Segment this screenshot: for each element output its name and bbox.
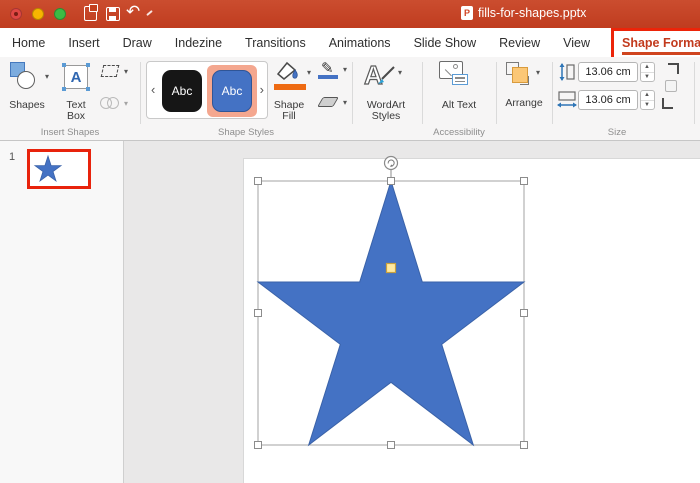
shapes-icon[interactable] [10, 62, 42, 94]
close-button[interactable] [10, 8, 22, 20]
slide-thumbnail-panel: 1 [0, 141, 124, 483]
height-stepper[interactable] [640, 62, 655, 82]
group-wordart: A ▾ WordArt Styles [352, 57, 422, 141]
star-shape[interactable] [256, 179, 526, 447]
shape-style-blue-selected[interactable]: Abc [212, 70, 252, 112]
gallery-next-icon[interactable]: › [260, 82, 264, 97]
arrange-button[interactable]: Arrange [496, 98, 552, 109]
adjustment-handle[interactable] [385, 262, 397, 274]
lock-aspect-ratio-checkbox[interactable] [665, 80, 677, 92]
title-bar: ↶ P fills-for-shapes.pptx [0, 0, 700, 28]
group-accessibility: Alt Text Accessibility [422, 57, 496, 141]
group-label-size: Size [607, 127, 627, 138]
resize-handle-mid-right[interactable] [520, 309, 528, 317]
shapes-dropdown-icon[interactable]: ▾ [45, 73, 49, 81]
width-stepper[interactable] [640, 90, 655, 110]
resize-handle-top-right[interactable] [520, 177, 528, 185]
shape-fill-bucket-icon[interactable] [274, 60, 302, 84]
selected-shape-overlay [254, 155, 528, 449]
alt-text-button[interactable]: Alt Text [427, 100, 491, 111]
powerpoint-file-icon: P [461, 6, 473, 20]
tab-insert[interactable]: Insert [68, 36, 99, 50]
slide-1-thumbnail[interactable] [30, 152, 88, 186]
shapes-button[interactable]: Shapes [2, 100, 52, 111]
group-arrange: ▾ Arrange [496, 57, 552, 141]
shape-style-black[interactable]: Abc [162, 70, 202, 112]
shape-width-icon [557, 91, 577, 108]
shape-fill-button[interactable]: Shape Fill [266, 100, 312, 122]
shape-format-annotation-box: Shape Format [610, 27, 700, 60]
group-divider [694, 62, 695, 124]
shape-effects-dropdown-icon[interactable]: ▾ [343, 99, 347, 107]
group-label-accessibility: Accessibility [433, 127, 485, 138]
workspace: 1 [0, 141, 700, 483]
tab-animations[interactable]: Animations [329, 36, 391, 50]
ribbon-tab-bar: Home Insert Draw Indezine Transitions An… [0, 27, 700, 60]
merge-shapes-icon[interactable] [100, 97, 120, 109]
group-size: Size [552, 57, 694, 141]
document-title-text: fills-for-shapes.pptx [478, 6, 587, 20]
edit-shape-dropdown-icon[interactable]: ▾ [124, 68, 128, 76]
shape-fill-dropdown-icon[interactable]: ▾ [307, 69, 311, 77]
active-tab-underline [621, 51, 700, 55]
slide-number: 1 [9, 151, 16, 163]
gallery-prev-icon[interactable]: ‹ [151, 82, 155, 97]
edit-shape-icon[interactable] [100, 65, 120, 77]
group-shape-styles: ‹ Abc Abc › ▾ Shape Fill ✎ ▾ ▾ Shape Sty… [140, 57, 352, 141]
shape-height-input[interactable] [578, 62, 638, 82]
tab-indezine[interactable]: Indezine [175, 36, 222, 50]
redo-icon[interactable] [146, 9, 153, 17]
resize-handle-mid-left[interactable] [254, 309, 262, 317]
shape-outline-icon[interactable]: ✎ [318, 59, 340, 79]
shape-style-gallery: ‹ Abc Abc › [146, 61, 268, 119]
shape-height-icon [559, 63, 575, 81]
group-insert-shapes: ▾ Shapes A Text Box ▾ ▾ Insert Shapes [0, 57, 140, 141]
ribbon: ▾ Shapes A Text Box ▾ ▾ Insert Shapes ‹ … [0, 57, 700, 141]
resize-handle-bottom-center[interactable] [387, 441, 395, 449]
tab-view[interactable]: View [563, 36, 590, 50]
group-label-shape-styles: Shape Styles [218, 127, 274, 138]
new-slide-icon[interactable] [84, 4, 98, 21]
undo-icon[interactable]: ↶ [126, 3, 140, 20]
slide-thumbnail-annotation-box [27, 149, 91, 189]
shape-outline-dropdown-icon[interactable]: ▾ [343, 66, 347, 74]
zoom-button[interactable] [54, 8, 66, 20]
shape-width-input[interactable] [578, 90, 638, 110]
resize-handle-top-center[interactable] [387, 177, 395, 185]
text-box-icon[interactable]: A [64, 65, 88, 89]
resize-handle-bottom-left[interactable] [254, 441, 262, 449]
tab-review[interactable]: Review [499, 36, 540, 50]
tab-transitions[interactable]: Transitions [245, 36, 306, 50]
text-box-button[interactable]: Text Box [56, 100, 96, 122]
group-label-insert-shapes: Insert Shapes [40, 127, 100, 138]
wordart-brush-icon [378, 66, 395, 84]
document-title: P fills-for-shapes.pptx [461, 6, 586, 20]
tab-shape-format[interactable]: Shape Format [622, 36, 700, 50]
alt-text-lines-icon [452, 74, 468, 85]
resize-handle-top-left[interactable] [254, 177, 262, 185]
wordart-dropdown-icon[interactable]: ▾ [398, 69, 402, 77]
minimize-button[interactable] [32, 8, 44, 20]
resize-handle-bottom-right[interactable] [520, 441, 528, 449]
lock-aspect-ratio-icon [668, 63, 679, 74]
wordart-styles-button[interactable]: WordArt Styles [354, 100, 418, 122]
thumbnail-star-shape [33, 154, 63, 183]
merge-shapes-dropdown-icon[interactable]: ▾ [124, 100, 128, 108]
lock-aspect-ratio-icon [662, 98, 673, 109]
tab-home[interactable]: Home [12, 36, 45, 50]
arrange-icon[interactable] [506, 62, 530, 86]
save-icon[interactable] [106, 7, 120, 21]
shape-effects-icon[interactable] [317, 97, 339, 107]
tab-draw[interactable]: Draw [123, 36, 152, 50]
rotation-handle[interactable] [383, 155, 399, 171]
arrange-dropdown-icon[interactable]: ▾ [536, 69, 540, 77]
shape-fill-color-bar [274, 84, 306, 90]
tab-slide-show[interactable]: Slide Show [414, 36, 477, 50]
